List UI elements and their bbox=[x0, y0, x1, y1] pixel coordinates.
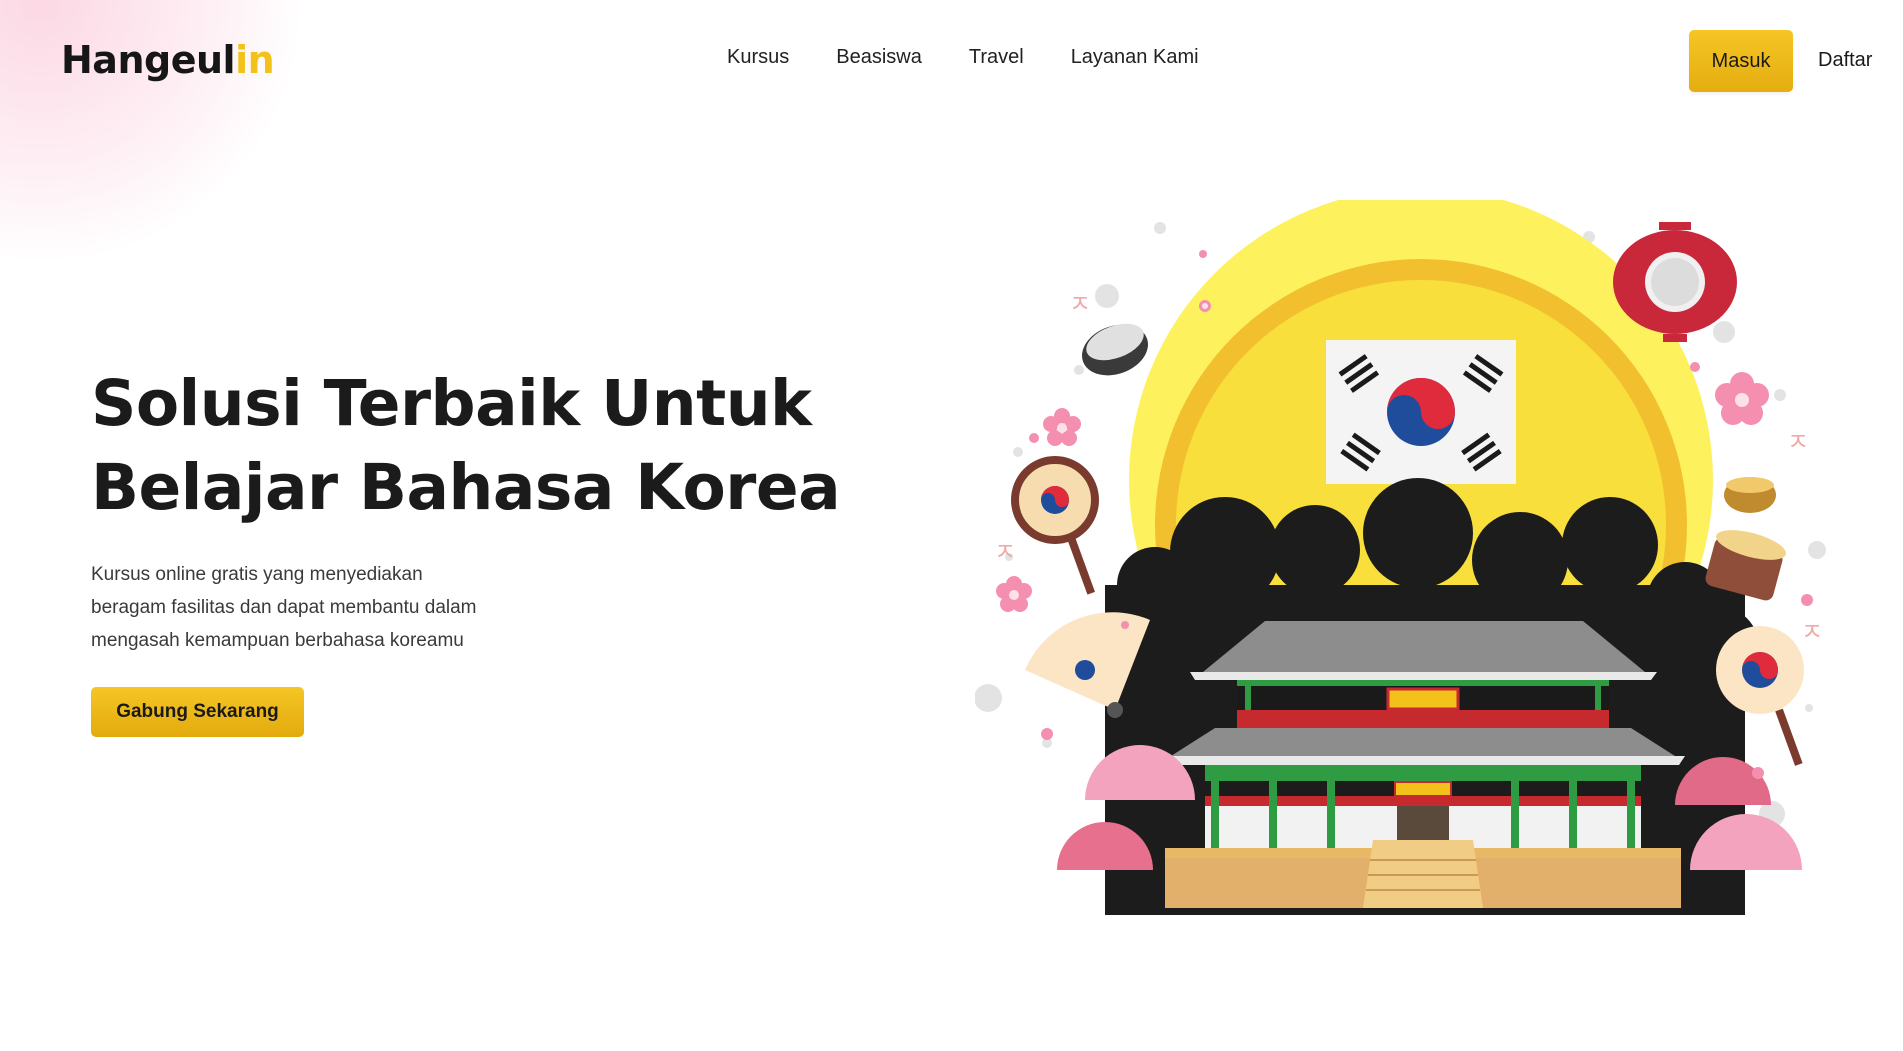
nav-item-layanan-kami[interactable]: Layanan Kami bbox=[1071, 46, 1199, 69]
hero-title-line-2: Belajar Bahasa Korea bbox=[91, 451, 841, 524]
hero-title: Solusi Terbaik Untuk Belajar Bahasa Kore… bbox=[91, 362, 851, 530]
food-bowls bbox=[1705, 477, 1786, 601]
landing-page: Hangeulin Kursus Beasiswa Travel Layanan… bbox=[0, 0, 1903, 1051]
korean-flag bbox=[1326, 340, 1516, 484]
main-nav: Kursus Beasiswa Travel Layanan Kami bbox=[727, 46, 1199, 69]
nav-item-travel[interactable]: Travel bbox=[969, 46, 1024, 69]
nav-item-kursus[interactable]: Kursus bbox=[727, 46, 789, 69]
join-now-button[interactable]: Gabung Sekarang bbox=[91, 687, 304, 737]
hero-title-line-1: Solusi Terbaik Untuk bbox=[91, 367, 812, 440]
hand-drum bbox=[1011, 456, 1099, 595]
hero-description-line-2: beragam fasilitas dan dapat membantu dal… bbox=[91, 597, 477, 618]
hangul-glyph-2: ㅈ bbox=[994, 538, 1016, 566]
register-link[interactable]: Daftar bbox=[1818, 49, 1872, 72]
nav-item-beasiswa[interactable]: Beasiswa bbox=[836, 46, 922, 69]
logo-text-accent: in bbox=[235, 38, 275, 82]
hero-description-line-1: Kursus online gratis yang menyediakan bbox=[91, 564, 423, 585]
login-button[interactable]: Masuk bbox=[1689, 30, 1793, 92]
hangul-glyph-1: ㅈ bbox=[1069, 290, 1091, 318]
palace-building bbox=[1161, 621, 1685, 908]
logo-text-main: Hangeul bbox=[61, 38, 236, 82]
brand-logo[interactable]: Hangeulin bbox=[61, 38, 275, 82]
hero-description-line-3: mengasah kemampuan berbahasa koreamu bbox=[91, 630, 464, 651]
hangul-glyph-4: ㅈ bbox=[1801, 618, 1823, 646]
hero-description: Kursus online gratis yang menyediakan be… bbox=[91, 558, 551, 657]
korea-palace-illustration: ㅈ ㅈ ㅈ ㅈ bbox=[975, 200, 1826, 915]
hangul-glyph-3: ㅈ bbox=[1787, 428, 1809, 456]
small-drum bbox=[1082, 323, 1148, 376]
